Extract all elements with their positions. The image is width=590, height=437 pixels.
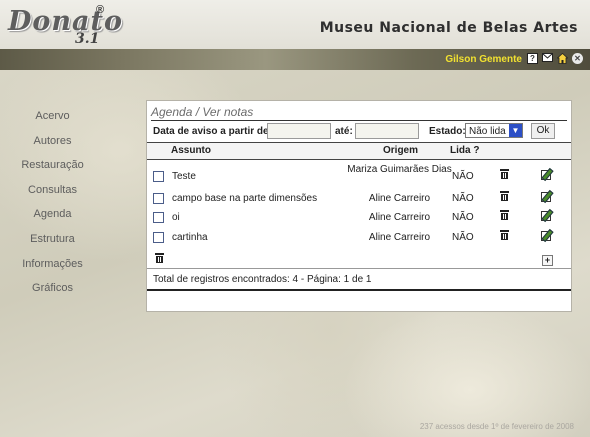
row-subject[interactable]: Teste (172, 171, 196, 182)
row-read: NÃO (452, 232, 474, 243)
table-header: Assunto Origem Lida ? (147, 142, 571, 160)
trash-icon[interactable] (500, 169, 509, 179)
delete-selected-icon[interactable] (155, 253, 164, 263)
sidebar-item-acervo[interactable]: Acervo (0, 108, 105, 133)
edit-icon[interactable] (541, 208, 554, 223)
ok-button[interactable]: Ok (531, 123, 555, 139)
edit-icon[interactable] (541, 167, 554, 182)
edit-icon[interactable] (541, 189, 554, 204)
date-to-label: até: (335, 126, 353, 137)
row-checkbox[interactable] (153, 193, 164, 204)
row-origin: Aline Carreiro (368, 232, 431, 243)
registered-mark: ® (96, 4, 105, 16)
header: Donato ® 3.1 Museu Nacional de Belas Art… (0, 0, 590, 49)
status-select[interactable]: Não lida ▼ (465, 123, 523, 138)
row-subject[interactable]: oi (172, 212, 180, 223)
sidebar-item-restauracao[interactable]: Restauração (0, 157, 105, 182)
row-read: NÃO (452, 212, 474, 223)
chevron-down-icon: ▼ (509, 124, 522, 137)
row-read: NÃO (452, 171, 474, 182)
logo: Donato (8, 6, 124, 37)
footer-divider (147, 268, 571, 269)
column-subject: Assunto (171, 145, 211, 156)
filter-bar: Data de aviso a partir de: até: Estado: … (153, 123, 567, 141)
panel-title: Agenda / Ver notas (151, 105, 254, 119)
trash-icon[interactable] (500, 230, 509, 240)
sidebar-item-informacoes[interactable]: Informações (0, 256, 105, 281)
title-divider (151, 120, 567, 121)
date-from-label: Data de aviso a partir de: (153, 126, 272, 137)
row-subject[interactable]: cartinha (172, 232, 208, 243)
help-icon[interactable]: ? (527, 53, 538, 64)
records-total: Total de registros encontrados: 4 - Pági… (153, 274, 372, 285)
panel-bottom-rule (147, 289, 571, 291)
user-name: Gilson Gemente (445, 54, 522, 65)
home-icon[interactable] (556, 52, 569, 64)
table-row: cartinha Aline Carreiro NÃO (147, 228, 571, 247)
table-row: Teste Mariza Guimarães Dias NÃO (147, 163, 571, 188)
sidebar-item-graficos[interactable]: Gráficos (0, 280, 105, 305)
edit-icon[interactable] (541, 228, 554, 243)
row-origin: Aline Carreiro (368, 212, 431, 223)
sidebar-item-estrutura[interactable]: Estrutura (0, 231, 105, 256)
status-label: Estado: (429, 126, 466, 137)
row-checkbox[interactable] (153, 232, 164, 243)
access-counter: 237 acessos desde 1º de fevereiro de 200… (419, 422, 574, 431)
mail-icon[interactable] (542, 53, 553, 64)
row-checkbox[interactable] (153, 212, 164, 223)
status-select-value: Não lida (469, 126, 506, 137)
close-icon[interactable]: ✕ (572, 53, 583, 64)
column-read: Lida ? (450, 145, 480, 156)
row-origin: Mariza Guimarães Dias (347, 164, 452, 175)
sidebar-item-consultas[interactable]: Consultas (0, 182, 105, 207)
date-to-input[interactable] (355, 123, 419, 139)
date-from-input[interactable] (267, 123, 331, 139)
trash-icon[interactable] (500, 191, 509, 201)
sidebar-item-autores[interactable]: Autores (0, 133, 105, 158)
notes-panel: Agenda / Ver notas Data de aviso a parti… (146, 100, 572, 312)
row-read: NÃO (452, 193, 474, 204)
row-origin: Aline Carreiro (368, 193, 431, 204)
museum-title: Museu Nacional de Belas Artes (319, 20, 578, 36)
table-row: campo base na parte dimensões Aline Carr… (147, 189, 571, 208)
trash-icon[interactable] (500, 210, 509, 220)
sidebar-item-agenda[interactable]: Agenda (0, 206, 105, 231)
sidebar: Acervo Autores Restauração Consultas Age… (0, 108, 105, 305)
column-origin: Origem (383, 145, 419, 156)
row-checkbox[interactable] (153, 171, 164, 182)
logo-version: 3.1 (75, 31, 100, 47)
add-note-icon[interactable]: + (542, 255, 553, 266)
row-subject[interactable]: campo base na parte dimensões (172, 193, 317, 204)
table-row: oi Aline Carreiro NÃO (147, 208, 571, 227)
user-bar: Gilson Gemente ? ✕ (0, 49, 590, 70)
